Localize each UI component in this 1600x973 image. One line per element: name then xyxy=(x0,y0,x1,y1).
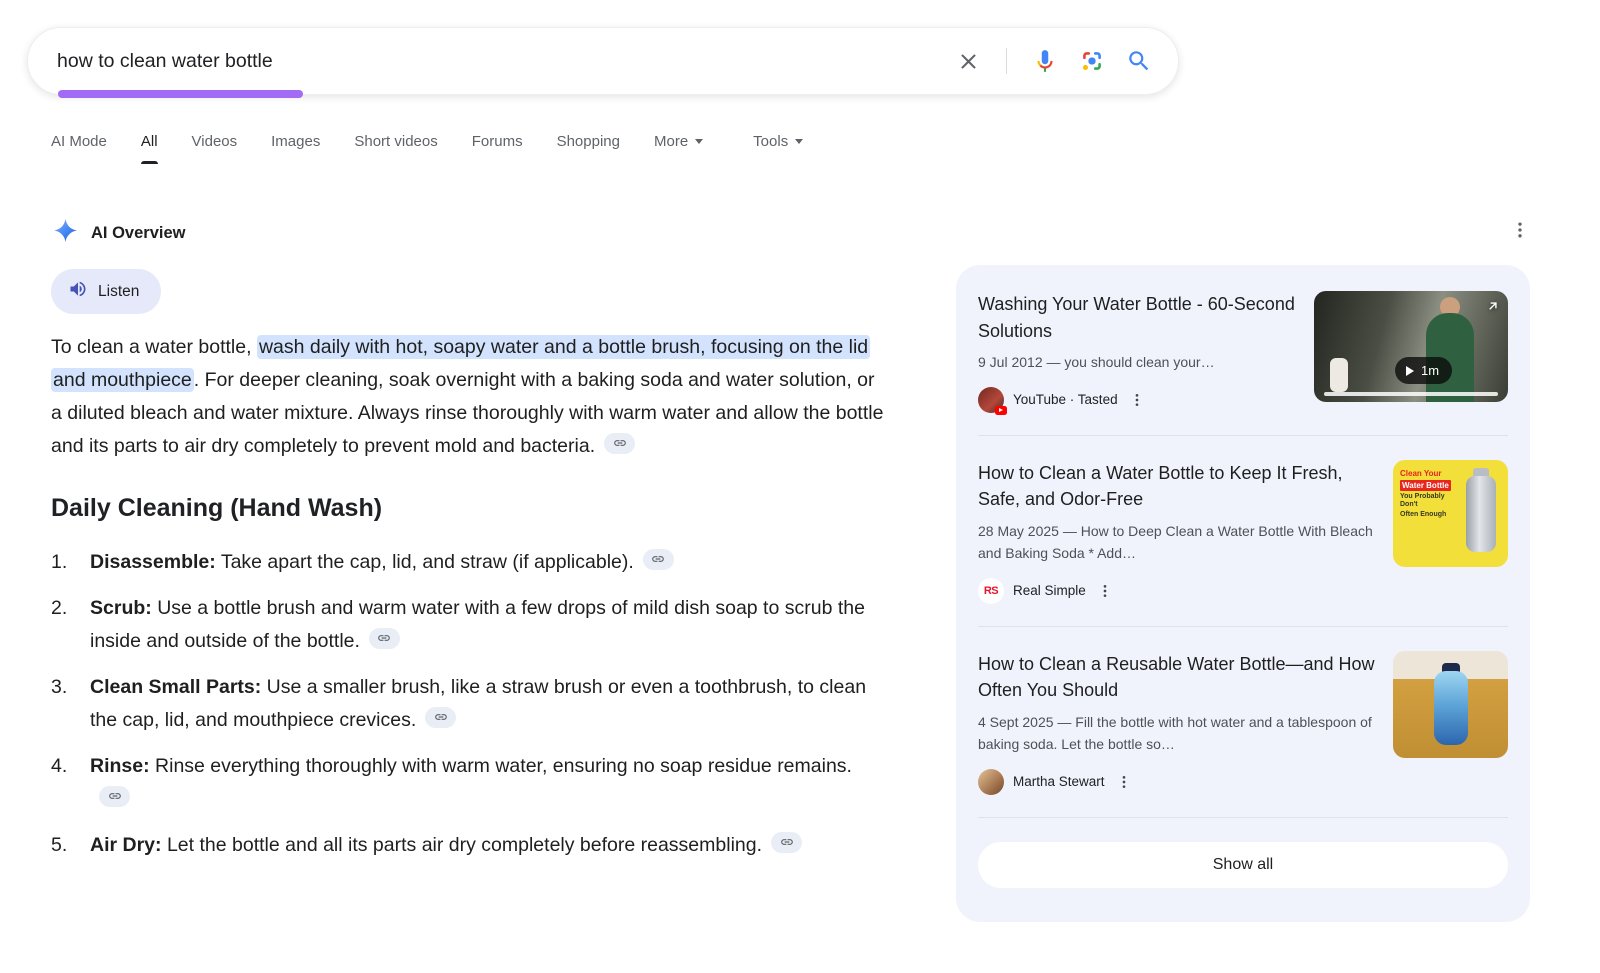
martha-stewart-avatar xyxy=(978,769,1004,795)
search-input[interactable] xyxy=(57,50,956,73)
real-simple-avatar: RS xyxy=(978,578,1004,604)
voice-search-icon[interactable] xyxy=(1032,48,1058,74)
play-icon xyxy=(1406,366,1414,376)
source-name: Martha Stewart xyxy=(1013,774,1105,789)
thumbnail-text: Clean Your Water Bottle You Probably Don… xyxy=(1400,469,1462,519)
clear-search-icon[interactable] xyxy=(956,49,981,74)
source-title[interactable]: How to Clean a Reusable Water Bottle—and… xyxy=(978,651,1377,704)
source-title[interactable]: Washing Your Water Bottle - 60-Second So… xyxy=(978,291,1298,344)
tab-short-videos[interactable]: Short videos xyxy=(354,133,437,164)
ai-overview-title: AI Overview xyxy=(91,224,185,243)
source-name: YouTube · Tasted xyxy=(1013,392,1118,407)
search-icon[interactable] xyxy=(1126,48,1152,74)
search-divider xyxy=(1006,48,1007,74)
cleaning-steps-list: 1. Disassemble: Take apart the cap, lid,… xyxy=(51,546,889,862)
article-thumbnail[interactable] xyxy=(1393,651,1508,758)
section-heading: Daily Cleaning (Hand Wash) xyxy=(51,492,889,525)
citation-link-icon[interactable] xyxy=(99,786,130,807)
tab-more[interactable]: More xyxy=(654,133,703,164)
tab-ai-mode[interactable]: AI Mode xyxy=(51,133,107,164)
chevron-down-icon xyxy=(795,139,803,144)
list-item: 5. Air Dry: Let the bottle and all its p… xyxy=(51,829,889,862)
video-thumbnail[interactable]: 1m xyxy=(1314,291,1508,402)
ai-loading-bar xyxy=(58,90,303,98)
search-bar xyxy=(27,27,1179,95)
source-name: Real Simple xyxy=(1013,583,1086,598)
list-item: 4. Rinse: Rinse everything thoroughly wi… xyxy=(51,750,889,816)
citation-link-icon[interactable] xyxy=(604,433,635,454)
ai-overview-body: To clean a water bottle, wash daily with… xyxy=(51,331,889,875)
overview-menu-icon[interactable] xyxy=(1508,218,1532,242)
thumbnail-bottle xyxy=(1330,358,1348,392)
ai-overview-header: AI Overview xyxy=(53,218,185,248)
tab-forums[interactable]: Forums xyxy=(472,133,523,164)
source-card: How to Clean a Reusable Water Bottle—and… xyxy=(978,627,1508,818)
result-tabs: AI Mode All Videos Images Short videos F… xyxy=(51,133,803,164)
thumbnail-bottle xyxy=(1466,476,1496,552)
article-thumbnail[interactable]: Clean Your Water Bottle You Probably Don… xyxy=(1393,460,1508,567)
source-card: How to Clean a Water Bottle to Keep It F… xyxy=(978,436,1508,627)
google-lens-icon[interactable] xyxy=(1079,48,1105,74)
source-menu-icon[interactable] xyxy=(1096,582,1114,600)
overview-paragraph: To clean a water bottle, wash daily with… xyxy=(51,331,889,463)
source-title[interactable]: How to Clean a Water Bottle to Keep It F… xyxy=(978,460,1377,513)
expand-icon[interactable] xyxy=(1486,299,1500,318)
chevron-down-icon xyxy=(695,139,703,144)
listen-button[interactable]: Listen xyxy=(51,269,161,314)
citation-link-icon[interactable] xyxy=(771,832,802,853)
source-snippet: 28 May 2025 — How to Deep Clean a Water … xyxy=(978,520,1377,565)
citation-link-icon[interactable] xyxy=(643,549,674,570)
source-snippet: 9 Jul 2012 — you should clean your… xyxy=(978,351,1298,374)
speaker-icon xyxy=(68,279,88,304)
thumbnail-bottle xyxy=(1434,671,1468,745)
source-snippet: 4 Sept 2025 — Fill the bottle with hot w… xyxy=(978,711,1377,756)
tab-shopping[interactable]: Shopping xyxy=(557,133,620,164)
ai-sparkle-icon xyxy=(53,218,78,248)
list-item: 2. Scrub: Use a bottle brush and warm wa… xyxy=(51,592,889,658)
tab-videos[interactable]: Videos xyxy=(192,133,238,164)
citation-link-icon[interactable] xyxy=(369,628,400,649)
video-duration-badge: 1m xyxy=(1395,357,1452,384)
list-item: 1. Disassemble: Take apart the cap, lid,… xyxy=(51,546,889,579)
tab-all[interactable]: All xyxy=(141,133,158,164)
source-menu-icon[interactable] xyxy=(1115,773,1133,791)
source-menu-icon[interactable] xyxy=(1128,391,1146,409)
citation-link-icon[interactable] xyxy=(425,707,456,728)
show-all-button[interactable]: Show all xyxy=(978,842,1508,888)
tab-tools[interactable]: Tools xyxy=(753,133,803,164)
sources-panel: Washing Your Water Bottle - 60-Second So… xyxy=(956,265,1530,922)
list-item: 3. Clean Small Parts: Use a smaller brus… xyxy=(51,671,889,737)
video-progress-bar xyxy=(1324,392,1498,396)
youtube-avatar xyxy=(978,387,1004,413)
tab-images[interactable]: Images xyxy=(271,133,320,164)
source-card: Washing Your Water Bottle - 60-Second So… xyxy=(978,267,1508,436)
youtube-badge-icon xyxy=(995,406,1007,415)
